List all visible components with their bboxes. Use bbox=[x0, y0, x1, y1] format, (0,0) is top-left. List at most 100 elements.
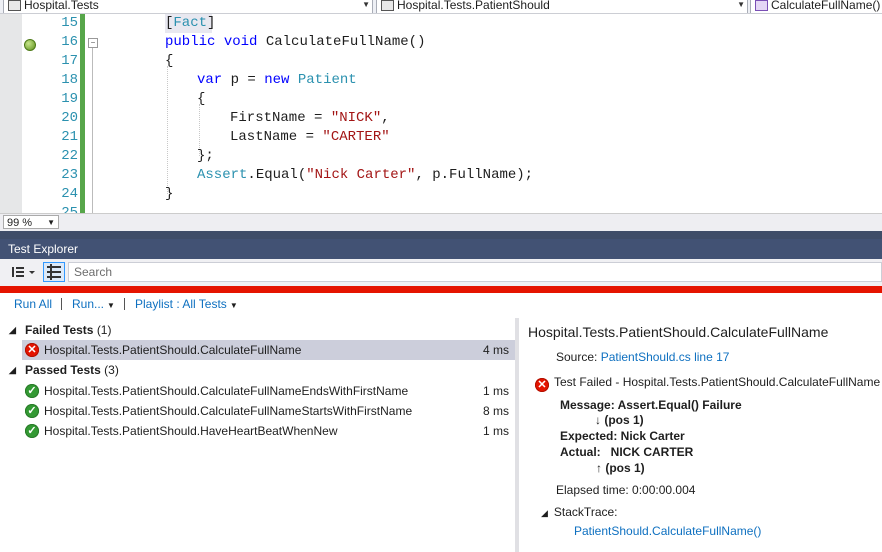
group-label: Failed Tests bbox=[25, 323, 94, 337]
test-detail-pane: Hospital.Tests.PatientShould.CalculateFu… bbox=[519, 318, 882, 552]
project-dropdown[interactable]: Hospital.Tests ▼ bbox=[3, 0, 373, 13]
test-row-passed[interactable]: ✓ Hospital.Tests.PatientShould.HaveHeart… bbox=[22, 421, 515, 441]
group-by-icon bbox=[12, 267, 35, 277]
group-count: (1) bbox=[96, 323, 112, 337]
project-icon bbox=[8, 0, 21, 12]
source-link[interactable]: PatientShould.cs line 17 bbox=[601, 350, 730, 364]
code-editor[interactable]: − 15 [Fact] 16 public void CalculateFull… bbox=[0, 14, 882, 213]
test-duration: 8 ms bbox=[482, 404, 509, 418]
show-hierarchy-button[interactable] bbox=[43, 262, 65, 282]
group-label: Passed Tests bbox=[25, 363, 101, 377]
code-line: }; bbox=[197, 148, 214, 164]
class-dropdown-label: Hospital.Tests.PatientShould bbox=[397, 0, 550, 12]
position-marker: ↑ (pos 1) bbox=[596, 461, 645, 475]
playlist-menu-label: Playlist : All Tests bbox=[135, 297, 227, 311]
code-line: { bbox=[165, 53, 174, 69]
project-dropdown-label: Hospital.Tests bbox=[24, 0, 99, 12]
line-number: 15 bbox=[61, 15, 78, 31]
detail-source: Source: PatientShould.cs line 17 bbox=[556, 350, 729, 364]
collapse-caret-icon: ◢ bbox=[9, 325, 16, 335]
line-number: 17 bbox=[61, 53, 78, 69]
passed-icon: ✓ bbox=[25, 384, 39, 398]
stacktrace-link[interactable]: PatientShould.CalculateFullName() bbox=[574, 524, 761, 538]
test-name: Hospital.Tests.PatientShould.CalculateFu… bbox=[44, 343, 302, 357]
line-number: 20 bbox=[61, 110, 78, 126]
actual-value: Actual: NICK CARTER bbox=[560, 445, 694, 459]
collapse-caret-icon: ◢ bbox=[9, 365, 16, 375]
test-row-passed[interactable]: ✓ Hospital.Tests.PatientShould.Calculate… bbox=[22, 381, 515, 401]
test-row-passed[interactable]: ✓ Hospital.Tests.PatientShould.Calculate… bbox=[22, 401, 515, 421]
test-duration: 1 ms bbox=[482, 384, 509, 398]
code-line: { bbox=[197, 91, 206, 107]
code-line: [Fact] bbox=[165, 15, 216, 31]
test-explorer-title: Test Explorer bbox=[0, 239, 882, 259]
stacktrace-label: StackTrace: bbox=[553, 505, 618, 519]
test-list: ◢ Failed Tests (1) ✕ Hospital.Tests.Pati… bbox=[0, 318, 515, 552]
navigation-bar: Hospital.Tests ▼ Hospital.Tests.PatientS… bbox=[0, 0, 882, 14]
editor-status-bar: 99 % ▼ bbox=[0, 213, 882, 231]
collapse-caret-icon: ◢ bbox=[541, 508, 548, 518]
run-menu[interactable]: Run... ▼ bbox=[72, 293, 115, 317]
run-all-link[interactable]: Run All bbox=[14, 293, 52, 315]
passed-icon: ✓ bbox=[25, 404, 39, 418]
expected-value: Expected: Nick Carter bbox=[560, 429, 685, 443]
zoom-dropdown[interactable]: 99 % ▼ bbox=[3, 215, 59, 229]
passed-tests-group[interactable]: ◢ Passed Tests (3) bbox=[9, 360, 119, 380]
panel-splitter[interactable] bbox=[0, 231, 882, 239]
failed-icon: ✕ bbox=[535, 378, 549, 392]
code-line: LastName = "CARTER" bbox=[230, 129, 390, 145]
chevron-down-icon: ▼ bbox=[107, 301, 115, 310]
method-icon bbox=[755, 0, 768, 12]
stacktrace-header[interactable]: ◢ StackTrace: bbox=[541, 505, 618, 519]
chevron-down-icon: ▼ bbox=[737, 0, 745, 9]
failure-message: Message: Assert.Equal() Failure bbox=[560, 398, 742, 412]
failed-icon: ✕ bbox=[25, 343, 39, 357]
status-text: Test Failed - Hospital.Tests.PatientShou… bbox=[554, 375, 881, 389]
line-number: 21 bbox=[61, 129, 78, 145]
test-duration: 1 ms bbox=[482, 424, 509, 438]
test-name: Hospital.Tests.PatientShould.HaveHeartBe… bbox=[44, 424, 338, 438]
code-line: FirstName = "NICK", bbox=[230, 110, 390, 126]
failed-tests-group[interactable]: ◢ Failed Tests (1) bbox=[9, 320, 111, 340]
code-line: } bbox=[165, 186, 174, 202]
separator bbox=[61, 298, 62, 310]
test-result-bar bbox=[0, 286, 882, 293]
test-row-failed[interactable]: ✕ Hospital.Tests.PatientShould.Calculate… bbox=[22, 340, 515, 360]
separator bbox=[124, 298, 125, 310]
hierarchy-icon bbox=[47, 264, 61, 280]
test-name: Hospital.Tests.PatientShould.CalculateFu… bbox=[44, 384, 409, 398]
test-name: Hospital.Tests.PatientShould.CalculateFu… bbox=[44, 404, 413, 418]
line-number: 22 bbox=[61, 148, 78, 164]
member-dropdown-label: CalculateFullName() bbox=[771, 0, 881, 12]
test-duration: 4 ms bbox=[482, 343, 509, 357]
detail-title: Hospital.Tests.PatientShould.CalculateFu… bbox=[528, 324, 829, 340]
search-input[interactable]: Search bbox=[68, 262, 882, 282]
detail-status: ✕ Test Failed - Hospital.Tests.PatientSho… bbox=[535, 375, 881, 392]
line-number: 24 bbox=[61, 186, 78, 202]
code-line: public void CalculateFullName() bbox=[165, 34, 426, 50]
line-number: 18 bbox=[61, 72, 78, 88]
playlist-menu[interactable]: Playlist : All Tests ▼ bbox=[135, 293, 238, 317]
line-number: 25 bbox=[61, 205, 78, 213]
test-explorer-toolbar: Search bbox=[0, 259, 882, 286]
group-count: (3) bbox=[104, 363, 119, 377]
line-number: 16 bbox=[61, 34, 78, 50]
class-dropdown[interactable]: Hospital.Tests.PatientShould ▼ bbox=[376, 0, 748, 13]
chevron-down-icon: ▼ bbox=[229, 301, 238, 310]
member-dropdown[interactable]: CalculateFullName() bbox=[750, 0, 882, 13]
run-menu-label: Run... bbox=[72, 297, 105, 311]
source-label: Source: bbox=[556, 350, 598, 364]
group-by-button[interactable] bbox=[8, 262, 35, 282]
elapsed-time: Elapsed time: 0:00:00.004 bbox=[556, 483, 696, 497]
passed-icon: ✓ bbox=[25, 424, 39, 438]
command-bar: Run All Run... ▼ Playlist : All Tests ▼ bbox=[0, 293, 882, 315]
line-number: 19 bbox=[61, 91, 78, 107]
line-number: 23 bbox=[61, 167, 78, 183]
chevron-down-icon: ▼ bbox=[47, 218, 55, 227]
code-line: Assert.Equal("Nick Carter", p.FullName); bbox=[197, 167, 534, 183]
position-marker: ↓ (pos 1) bbox=[595, 413, 644, 427]
chevron-down-icon: ▼ bbox=[362, 0, 370, 9]
zoom-level: 99 % bbox=[7, 217, 33, 229]
code-line: var p = new Patient bbox=[197, 72, 357, 88]
class-icon bbox=[381, 0, 394, 12]
